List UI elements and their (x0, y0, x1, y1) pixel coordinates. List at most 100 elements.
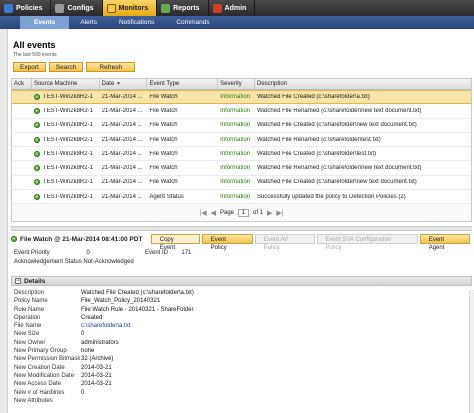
events-table: Ack Source Machine Date ▼ Event Type Sev… (11, 78, 472, 223)
detail-field-value: 0 (81, 389, 85, 396)
source-machine-cell: TEST-Win2k8R2-1 (32, 94, 100, 101)
table-row[interactable]: TEST-Win2k8R2-1 21-Mar-2014 ... File Watch… (12, 161, 471, 176)
event-type-cell: File Watch (149, 179, 178, 186)
description-cell: Watched File Created (c:\sharefolder\new… (256, 122, 417, 129)
detail-field-label: New Modification Date (14, 372, 75, 379)
date-cell: 21-Mar-2014 ... (101, 165, 143, 172)
nav-reports[interactable]: Reports (157, 0, 209, 16)
first-page-icon[interactable]: |◀ (199, 209, 206, 217)
detail-field-label: Operation (14, 314, 41, 321)
search-button[interactable]: Search (48, 62, 84, 72)
nav-admin[interactable]: Admin (209, 0, 256, 16)
detail-field-row: Rule Name File Watch Rule - 20140321 - Sh… (14, 306, 194, 314)
detail-field-value: 2014-03-21 (81, 381, 112, 388)
source-machine-cell: TEST-Win2k8R2-1 (32, 193, 100, 200)
prev-page-icon[interactable]: ◀ (211, 209, 216, 217)
table-row[interactable]: TEST-Win2k8R2-1 21-Mar-2014 ... File Watch… (12, 132, 471, 148)
source-machine-cell: TEST-Win2k8R2-1 (32, 136, 100, 143)
next-page-icon[interactable]: ▶ (267, 209, 272, 217)
table-row[interactable]: TEST-Win2k8R2-1 21-Mar-2014 ... File Watch… (12, 90, 471, 105)
col-date[interactable]: Date ▼ (100, 79, 148, 89)
detail-field-label: File Name (14, 323, 42, 330)
event-av-policy-button[interactable]: Event AV Policy (254, 234, 315, 251)
detail-field-value: 2014-03-21 (81, 364, 112, 371)
tab-alerts[interactable]: Alerts (69, 16, 108, 29)
nav-monitors[interactable]: Monitors (102, 0, 158, 16)
detail-field-row: New Access Date 2014-03-21 (14, 380, 194, 388)
source-machine-cell: TEST-Win2k8R2-1 (32, 179, 100, 186)
detail-field-row: New Permission Bitmask 32 (Archive) (14, 355, 194, 363)
status-ok-icon (33, 107, 40, 114)
detail-field-value: 0 (81, 331, 85, 338)
event-type-cell: File Watch (149, 94, 178, 101)
detail-field-row: New Primary Group none (14, 347, 194, 355)
severity-cell: Information (220, 122, 251, 129)
table-row[interactable]: TEST-Win2k8R2-1 21-Mar-2014 ... File Watch… (12, 147, 471, 162)
severity-cell: Information (220, 136, 251, 143)
event-status-icon (11, 236, 17, 242)
detail-field-label: New Permission Bitmask (14, 356, 81, 363)
priority-label: Event Priority (14, 250, 50, 256)
tab-commands[interactable]: Commands (165, 16, 220, 29)
detail-field-label: New Creation Date (14, 364, 65, 371)
description-cell: Watched File Renamed (c:\sharefolder\new… (256, 107, 422, 114)
event-type-cell: File Watch (149, 165, 178, 172)
table-row[interactable]: TEST-Win2k8R2-1 21-Mar-2014 ... File Watch… (12, 118, 471, 133)
date-cell: 21-Mar-2014 ... (101, 193, 143, 200)
export-button[interactable]: Export (13, 62, 46, 72)
refresh-button[interactable]: Refresh (86, 62, 136, 72)
page-label: Page (219, 209, 234, 216)
description-cell: Watched File Renamed (c:\sharefolder\new… (256, 165, 422, 172)
event-policy-button[interactable]: Event Policy (201, 234, 253, 251)
event-detail-title: File Watch @ 21-Mar-2014 08:41:00 PDT (11, 236, 151, 243)
detail-field-label: New Access Date (14, 381, 62, 388)
event-meta-left: Event Priority 0 Acknowledgement Status … (14, 249, 134, 267)
detail-field-value: none (81, 348, 95, 355)
col-description[interactable]: Description (255, 79, 471, 89)
detail-field-row: File Name c:\sharefolder\a.txt (14, 322, 194, 330)
date-cell: 21-Mar-2014 ... (101, 179, 143, 186)
col-event-type[interactable]: Event Type (147, 79, 219, 89)
table-row[interactable]: TEST-Win2k8R2-1 21-Mar-2014 ... File Watch… (12, 175, 471, 191)
detail-field-label: Description (14, 290, 45, 296)
reports-icon (161, 3, 171, 13)
tab-events[interactable]: Events (20, 16, 70, 29)
col-severity[interactable]: Severity (218, 79, 255, 89)
page-number-input[interactable]: 1 (238, 208, 249, 217)
event-toolbar: Export Search Refresh (13, 62, 136, 72)
event-type-cell: File Watch (149, 136, 178, 143)
page-of-label: of 1 (253, 209, 264, 216)
left-collapse-strip[interactable] (0, 29, 8, 413)
priority-value: 0 (86, 250, 90, 256)
details-section-toggle[interactable]: − Details (11, 276, 472, 286)
event-id-value: 171 (181, 250, 192, 256)
table-row[interactable]: TEST-Win2k8R2-1 21-Mar-2014 ... File Watch… (12, 104, 471, 119)
description-cell: Watched File Created (c:\sharefolder\tes… (256, 150, 377, 157)
tab-notifications[interactable]: Notifications (108, 16, 165, 29)
table-row[interactable]: TEST-Win2k8R2-1 21-Mar-2014 ... Agent Stat… (12, 190, 471, 205)
nav-policies[interactable]: Policies (0, 0, 52, 16)
detail-field-value[interactable]: c:\sharefolder\a.txt (81, 322, 130, 330)
source-machine-cell: TEST-Win2k8R2-1 (32, 165, 100, 172)
event-agent-button[interactable]: Event Agent (419, 234, 470, 251)
detail-field-value: Created (81, 314, 103, 321)
detail-field-value: File Watch Rule - 20140321 - ShareFolder (81, 306, 194, 313)
table-header: Ack Source Machine Date ▼ Event Type Sev… (12, 79, 471, 90)
pane-splitter[interactable] (11, 226, 472, 231)
event-sva-config-policy-button[interactable]: Event SVA Configuration Policy (316, 234, 418, 251)
copy-event-button[interactable]: Copy Event (150, 234, 200, 251)
detail-field-row: Operation Created (14, 314, 194, 322)
detail-field-value: administrators (81, 339, 119, 346)
severity-cell: Information (220, 107, 251, 114)
nav-configs[interactable]: Configs (51, 0, 103, 16)
detail-field-row: Description Watched File Created (c:\shar… (14, 289, 194, 297)
detail-field-row: Policy Name File_Watch_Policy_20140321 (14, 297, 194, 305)
status-ok-icon (33, 94, 40, 101)
sort-desc-icon: ▼ (116, 81, 121, 87)
page-title: All events (13, 40, 56, 50)
source-machine-cell: TEST-Win2k8R2-1 (32, 107, 100, 114)
details-scrollbar[interactable] (469, 290, 474, 413)
last-page-icon[interactable]: ▶| (276, 209, 283, 217)
col-ack[interactable]: Ack (12, 79, 32, 89)
col-source-machine[interactable]: Source Machine (32, 79, 100, 89)
